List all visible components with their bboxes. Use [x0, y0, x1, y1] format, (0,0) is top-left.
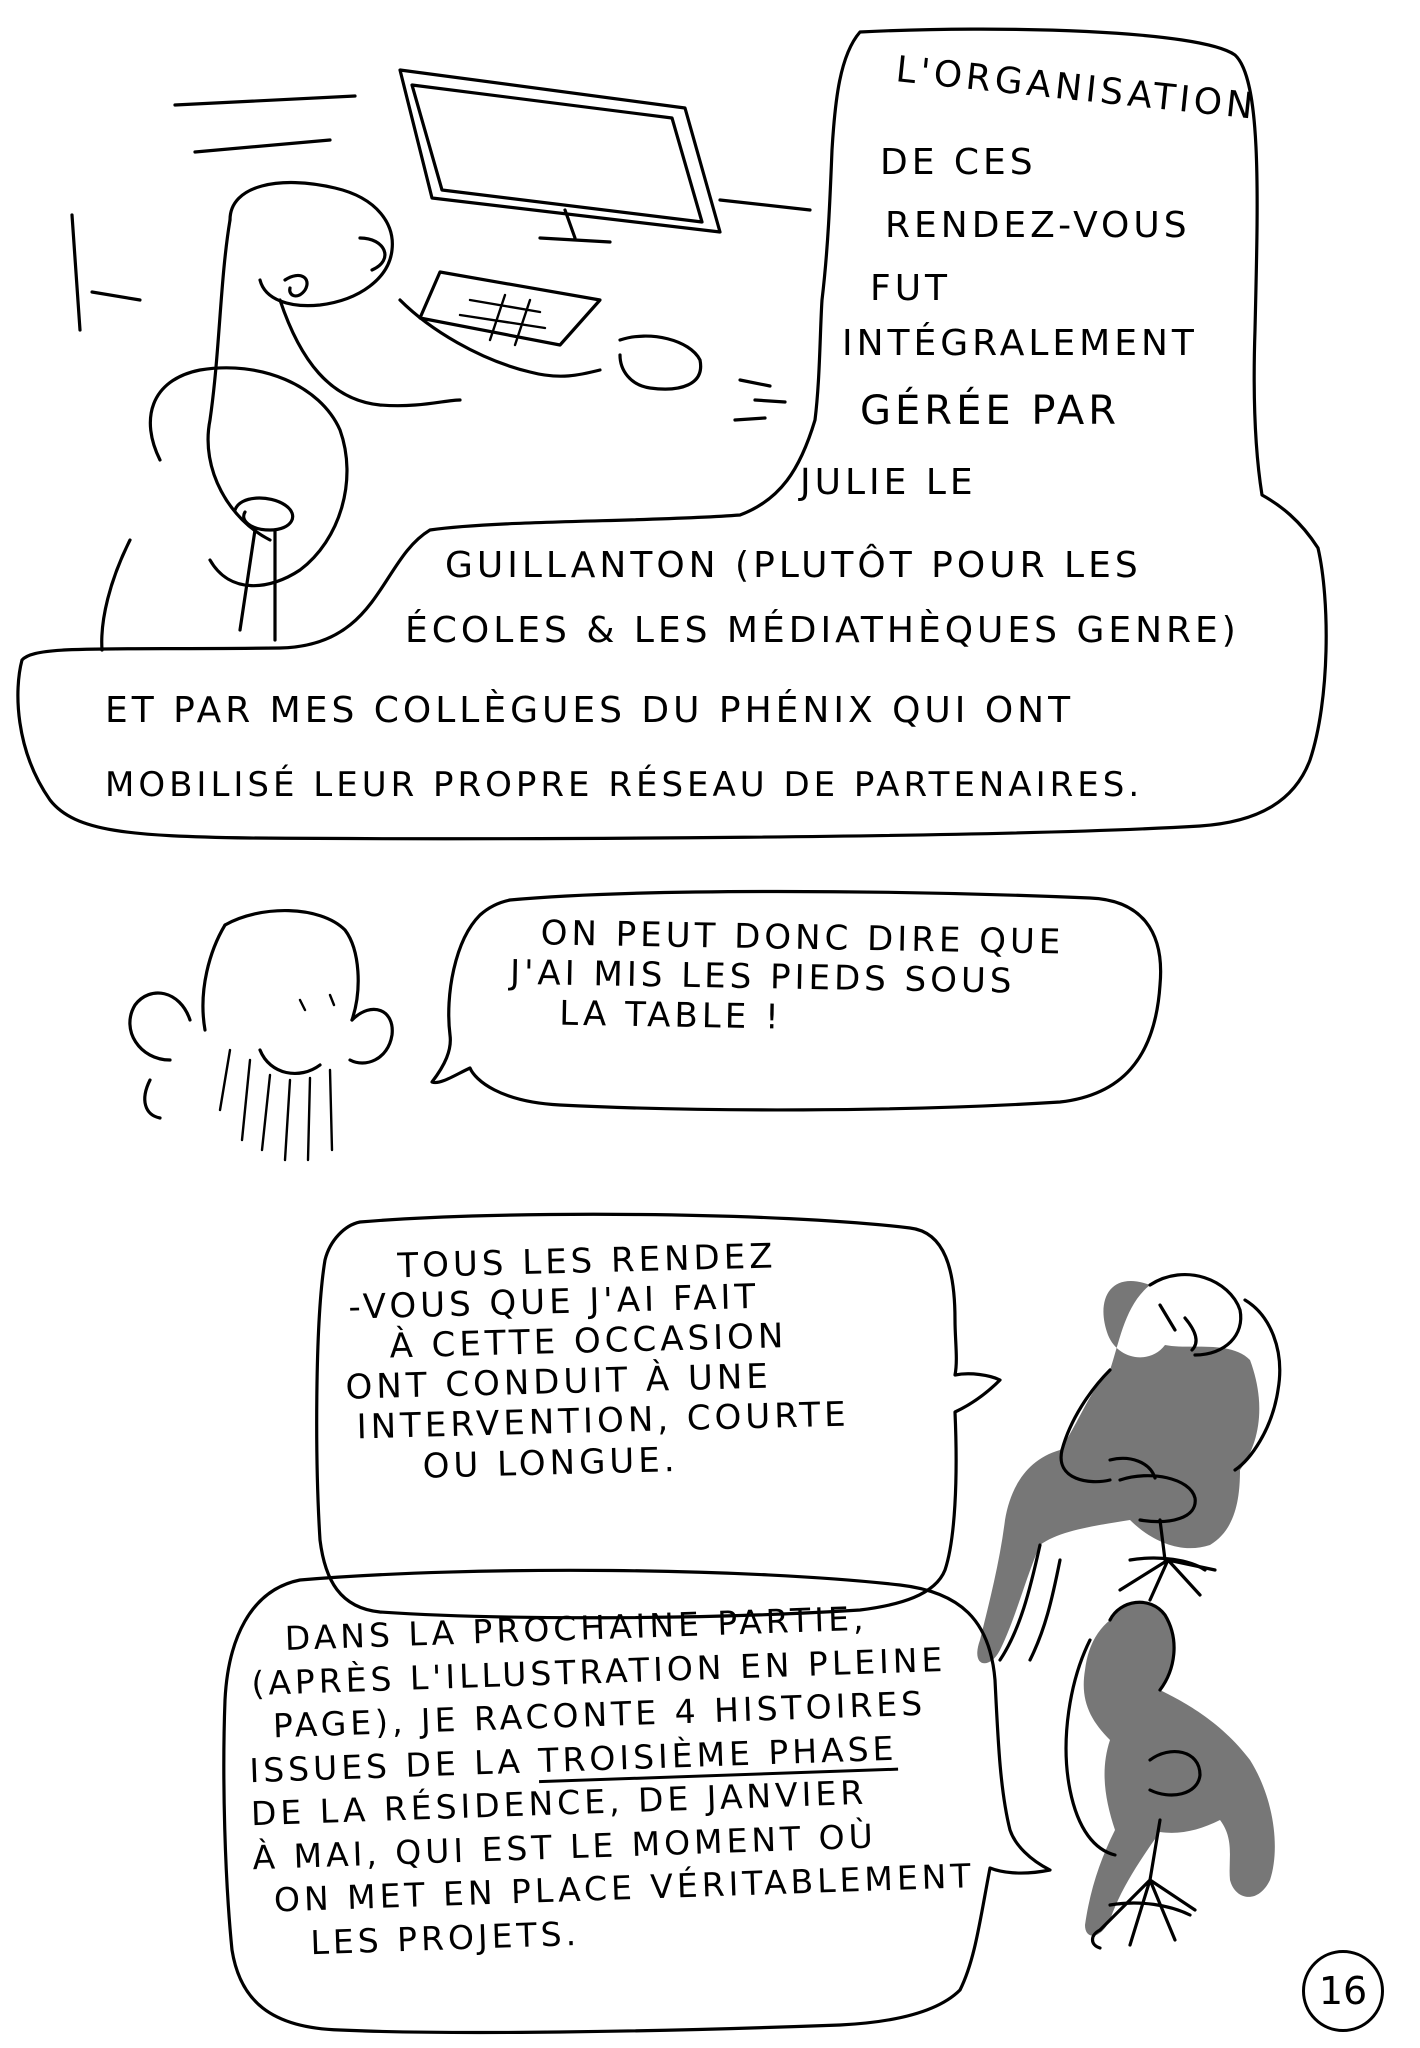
speech-line: ET PAR MES COLLÈGUES DU PHÉNIX QUI ONT — [105, 690, 1075, 731]
speech-line: RENDEZ-VOUS — [885, 205, 1191, 246]
speech-line: INTÉGRALEMENT — [842, 323, 1198, 364]
speech-text-2: ON PEUT DONC DIRE QUE J'AI MIS LES PIEDS… — [499, 913, 1121, 1044]
speech-line: MOBILISÉ LEUR PROPRE RÉSEAU DE PARTENAIR… — [105, 765, 1144, 805]
speech-line: L'ORGANISATION — [893, 49, 1259, 128]
speech-line: FUT — [870, 268, 952, 309]
speech-line: JULIE LE — [800, 462, 977, 503]
speech-line: GUILLANTON (PLUTÔT POUR LES — [445, 545, 1142, 586]
comic-page: L'ORGANISATION DE CES RENDEZ-VOUS FUT IN… — [0, 0, 1420, 2048]
speech-text-4: DANS LA PROCHAINE PARTIE, (APRÈS L'ILLUS… — [244, 1592, 1016, 1967]
speech-text-1: L'ORGANISATION DE CES RENDEZ-VOUS FUT IN… — [0, 0, 1420, 900]
speech-line: ÉCOLES & LES MÉDIATHÈQUES GENRE) — [405, 610, 1240, 651]
speech-line: DE CES — [880, 142, 1037, 183]
speech-line: GÉRÉE PAR — [860, 388, 1121, 434]
speech-text-3: TOUS LES RENDEZ -VOUS QUE J'AI FAIT À CE… — [327, 1232, 953, 1489]
page-number: 16 — [1302, 1950, 1384, 2032]
speech-line-prefix: ISSUES DE LA — [248, 1740, 539, 1790]
